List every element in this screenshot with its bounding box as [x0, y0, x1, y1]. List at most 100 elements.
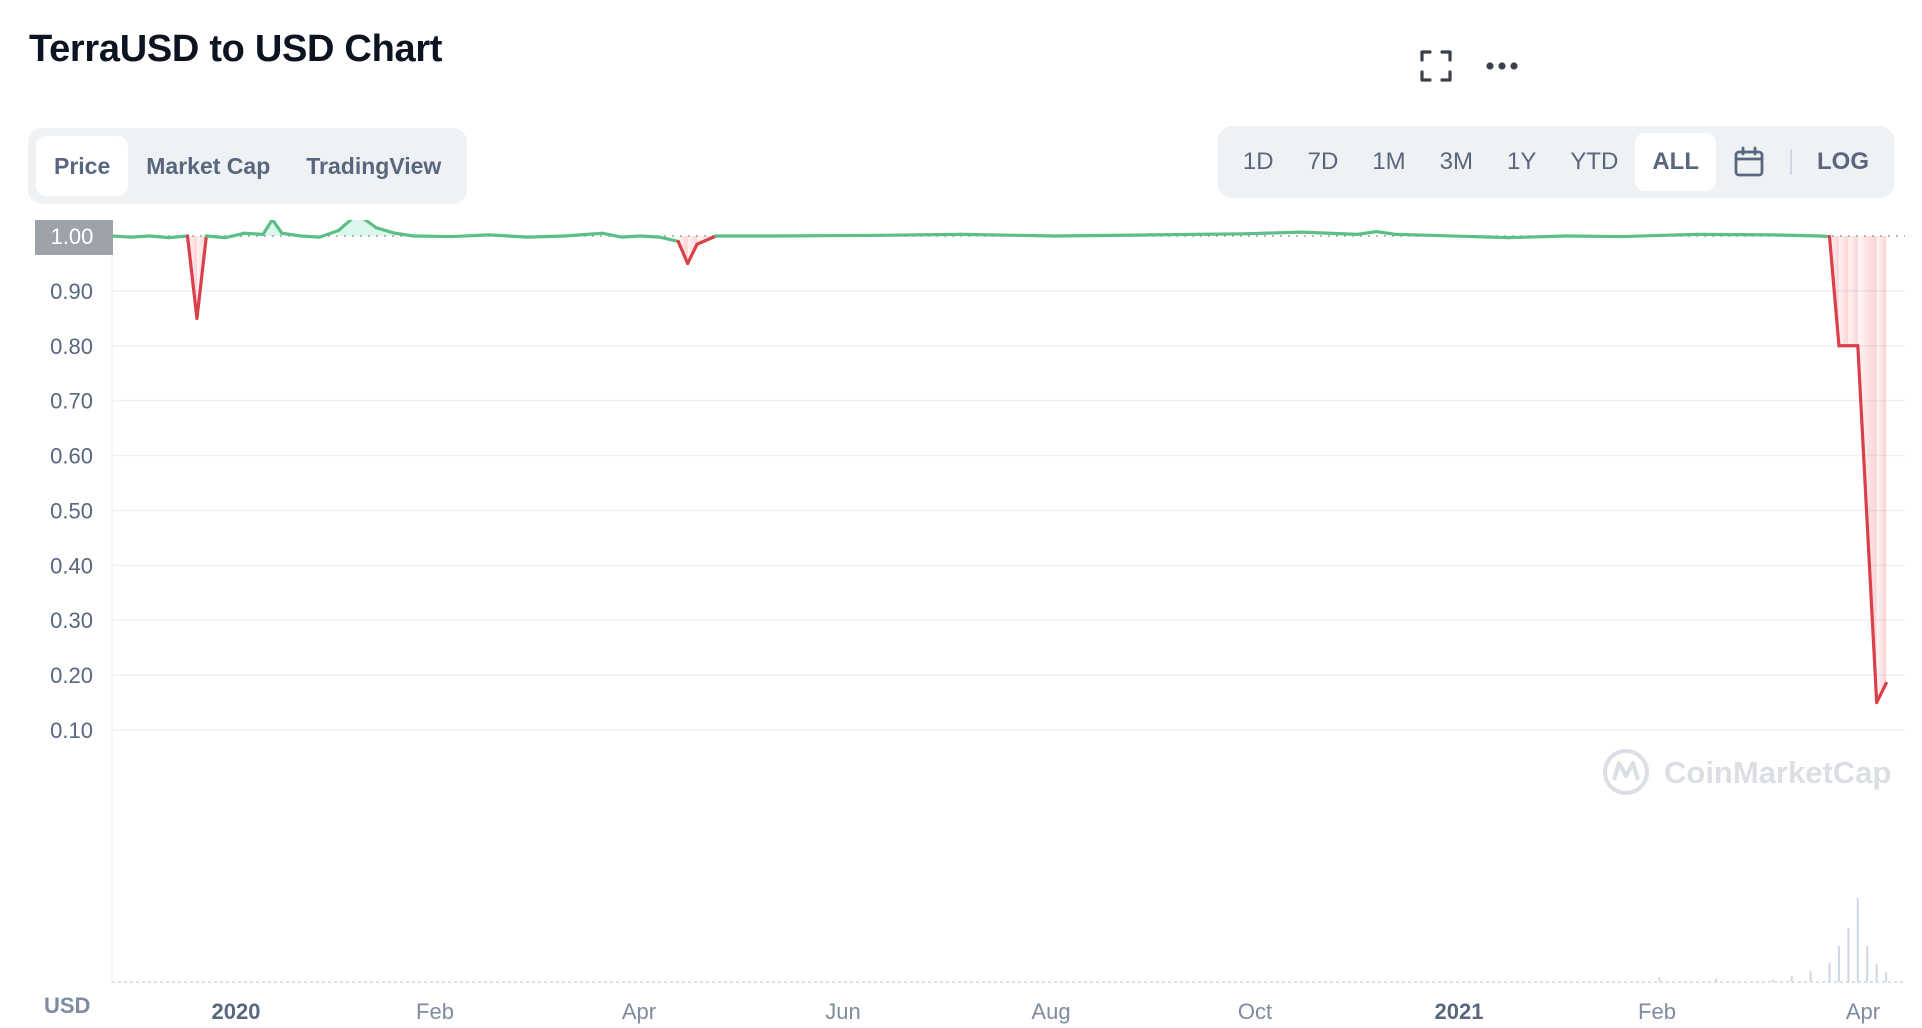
price-line-segment	[959, 232, 1058, 238]
price-line-segment	[525, 234, 567, 239]
x-tick-label: Jun	[825, 999, 860, 1024]
price-line-segment	[1563, 234, 1624, 239]
fullscreen-button[interactable]	[1414, 46, 1458, 86]
watermark-text: CoinMarketCap	[1664, 755, 1891, 790]
price-line-segment	[1771, 233, 1822, 238]
y-tick-label: 0.10	[50, 718, 93, 743]
volume-bar	[1866, 946, 1869, 982]
volume-bar	[1771, 979, 1774, 982]
price-line-segment	[1507, 234, 1567, 240]
price-line-segment	[280, 231, 303, 238]
y-tick-label: 0.90	[50, 279, 93, 304]
more-options-icon	[1486, 62, 1518, 70]
tab-market-cap[interactable]: Market Cap	[128, 136, 288, 196]
price-line-segment	[865, 232, 963, 238]
price-line-segment	[393, 231, 416, 238]
fullscreen-icon	[1420, 50, 1452, 82]
range-1d[interactable]: 1D	[1226, 133, 1291, 191]
y-tick-label: 0.30	[50, 608, 93, 633]
price-chart[interactable]: CoinMarketCap 1.00 0.90 0.80 0.70 0.60 0.50 0.…	[0, 220, 1922, 1028]
volume-bar	[1856, 898, 1859, 982]
price-line-segment	[601, 231, 624, 239]
x-tick-label: Feb	[416, 999, 454, 1024]
price-line-segment	[770, 233, 869, 238]
price-line-segment	[1620, 232, 1699, 239]
price-line-segment	[110, 234, 133, 239]
price-line-segment	[242, 231, 265, 236]
price-line-segment	[148, 234, 171, 240]
y-tick-label: 0.70	[50, 389, 93, 414]
more-options-button[interactable]	[1480, 46, 1524, 86]
volume-bar	[1875, 964, 1878, 982]
price-line-segment	[1148, 232, 1247, 237]
y-tick-label: 0.80	[50, 334, 93, 359]
volume-bar	[1837, 946, 1840, 982]
price-line-segment	[1242, 230, 1303, 236]
price-line-segment	[1299, 230, 1360, 236]
volume-bar	[1715, 978, 1718, 982]
volume-bar	[1828, 962, 1831, 982]
y-tick-label: 0.40	[50, 553, 93, 578]
price-line-segment	[657, 235, 680, 244]
price-line-segment	[1356, 230, 1379, 236]
divider	[1790, 149, 1792, 175]
volume-bar	[1809, 971, 1812, 982]
x-tick-label: 2020	[212, 999, 261, 1024]
currency-unit-label: USD	[44, 993, 91, 1018]
range-7d[interactable]: 7D	[1291, 133, 1356, 191]
y-axis: 1.00 0.90 0.80 0.70 0.60 0.50 0.40 0.30 0.20 0.10	[35, 220, 113, 743]
price-line-segment	[450, 233, 492, 239]
volume-bar	[1847, 928, 1850, 982]
y-tick-label: 0.20	[50, 663, 93, 688]
price-line-segment	[1374, 230, 1398, 236]
page-title: TerraUSD to USD Chart	[29, 28, 443, 70]
price-line-segment	[1054, 233, 1152, 238]
range-3m[interactable]: 3M	[1423, 133, 1490, 191]
price-line-segment	[1695, 232, 1775, 237]
range-ytd[interactable]: YTD	[1553, 133, 1635, 191]
price-area	[187, 220, 1887, 703]
chart-view-tabs: Price Market Cap TradingView	[28, 128, 468, 204]
current-price-label: 1.00	[51, 224, 94, 249]
y-tick-label: 0.50	[50, 498, 93, 523]
y-tick-label: 0.60	[50, 444, 93, 469]
x-tick-label: Feb	[1638, 999, 1676, 1024]
range-1y[interactable]: 1Y	[1490, 133, 1553, 191]
volume-bar	[1885, 972, 1888, 982]
chart-gridlines	[111, 230, 1905, 983]
calendar-icon	[1734, 146, 1764, 177]
price-line-segment	[563, 231, 605, 238]
price-line-segment	[223, 231, 246, 240]
price-line-segment	[638, 234, 661, 239]
price-line-segment	[167, 234, 190, 240]
price-line-segment	[1393, 232, 1435, 238]
coinmarketcap-watermark: CoinMarketCap	[1603, 749, 1891, 795]
price-area-segment	[1876, 236, 1887, 703]
x-axis: 2020 Feb Apr Jun Aug Oct 2021 Feb Apr	[212, 999, 1881, 1024]
price-line-segment	[487, 233, 529, 239]
x-tick-label: Apr	[622, 999, 656, 1024]
price-line-segment	[204, 234, 227, 240]
volume-bars	[1658, 898, 1888, 982]
x-tick-label: Oct	[1238, 999, 1272, 1024]
tab-tradingview[interactable]: TradingView	[288, 136, 459, 196]
price-series-line	[110, 220, 1888, 705]
calendar-button[interactable]	[1716, 133, 1782, 191]
x-tick-label: Apr	[1846, 999, 1880, 1024]
price-area-segment	[1848, 236, 1858, 346]
range-all[interactable]: ALL	[1635, 133, 1716, 191]
range-1m[interactable]: 1M	[1355, 133, 1422, 191]
price-line-segment	[129, 234, 152, 239]
price-line-segment	[619, 234, 643, 239]
x-tick-label: Aug	[1031, 999, 1070, 1024]
volume-bar	[1790, 976, 1793, 982]
price-area-segment	[1838, 236, 1849, 346]
price-line-segment	[299, 234, 322, 239]
volume-bar	[1658, 977, 1661, 982]
tab-price[interactable]: Price	[36, 136, 129, 196]
time-range-tabs: 1D 7D 1M 3M 1Y YTD ALL LOG	[1217, 126, 1894, 198]
x-tick-label: 2021	[1435, 999, 1484, 1024]
price-line-segment	[412, 234, 454, 239]
price-line-segment	[1431, 233, 1511, 240]
log-scale-toggle[interactable]: LOG	[1800, 133, 1886, 191]
